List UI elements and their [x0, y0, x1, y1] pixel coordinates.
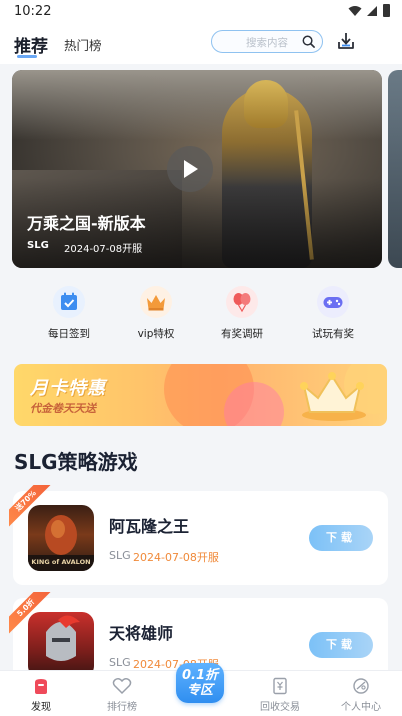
promo-banner[interactable]: 月卡特惠 代金卷天天送 — [14, 364, 387, 426]
tab-label: 个人中心 — [341, 702, 381, 713]
wifi-icon — [348, 6, 362, 16]
search-placeholder: 搜索内容 — [246, 37, 288, 49]
crown-icon — [140, 286, 172, 318]
main-content: 万乘之国-新版本 SLG 2024-07-08开服 每日签到 vip特权 有奖调… — [0, 64, 402, 670]
featured-banner[interactable]: 万乘之国-新版本 SLG 2024-07-08开服 — [12, 70, 382, 268]
download-button[interactable]: 下载 — [309, 525, 373, 551]
quick-link-label: 有奖调研 — [221, 328, 263, 340]
banner-title: 万乘之国-新版本 — [27, 214, 146, 233]
promo-title: 月卡特惠 — [30, 378, 106, 399]
download-button[interactable]: 下载 — [309, 632, 373, 658]
trade-icon — [270, 677, 290, 695]
game-card[interactable]: KING of AVALON 送70% 阿瓦隆之王 SLG 2024-07-08… — [9, 485, 388, 585]
game-date: 2024-07-08开服 — [133, 551, 219, 564]
quick-link-checkin[interactable]: 每日签到 — [29, 286, 109, 341]
banner-date: 2024-07-08开服 — [64, 244, 143, 255]
quick-links: 每日签到 vip特权 有奖调研 试玩有奖 — [0, 286, 402, 346]
heart-icon — [112, 677, 132, 695]
play-icon — [184, 160, 198, 178]
balloons-icon — [226, 286, 258, 318]
bottom-tab-bar: 发现 排行榜 0.1折 专区 回收交易 个人中心 — [0, 663, 402, 716]
crown-icon — [300, 372, 366, 421]
section-title: SLG策略游戏 — [14, 450, 138, 474]
profile-icon — [351, 677, 371, 695]
tab-ranking[interactable]: 排行榜 — [82, 677, 162, 713]
discount-ribbon: 5.0折 — [9, 592, 53, 636]
game-name: 天将雄师 — [109, 624, 174, 643]
battery-icon — [383, 4, 390, 17]
search-input[interactable]: 搜索内容 — [211, 30, 323, 53]
tab-label: 排行榜 — [107, 702, 137, 713]
signal-icon — [367, 6, 377, 16]
tab-profile[interactable]: 个人中心 — [321, 677, 401, 713]
status-bar: 10:22 — [0, 0, 402, 24]
tab-discover[interactable]: 发现 — [1, 677, 81, 713]
game-name: 阿瓦隆之王 — [109, 517, 190, 536]
search-icon[interactable] — [302, 35, 315, 48]
status-time: 10:22 — [14, 4, 52, 19]
tab-recommend[interactable]: 推荐 — [14, 32, 48, 57]
game-card[interactable]: 5.0折 天将雄师 SLG 2024-07-08开服 下载 — [9, 592, 388, 670]
discount-badge-icon[interactable]: 0.1折 专区 — [176, 663, 224, 703]
quick-link-survey[interactable]: 有奖调研 — [202, 286, 282, 341]
center-badge-top: 0.1折 — [181, 668, 219, 683]
promo-subtitle: 代金卷天天送 — [30, 402, 96, 415]
discount-ribbon-text: 5.0折 — [9, 592, 53, 635]
center-badge-bottom: 专区 — [186, 683, 213, 698]
game-icon-caption: KING of AVALON — [31, 558, 91, 566]
calendar-check-icon — [53, 286, 85, 318]
tab-label: 发现 — [31, 702, 51, 713]
quick-link-trial[interactable]: 试玩有奖 — [293, 286, 373, 341]
discount-ribbon-text: 送70% — [9, 485, 53, 528]
game-tag: SLG — [109, 549, 131, 562]
quick-link-label: 每日签到 — [48, 328, 90, 340]
quick-link-label: vip特权 — [137, 328, 175, 340]
quick-link-vip[interactable]: vip特权 — [116, 286, 196, 341]
play-button[interactable] — [167, 146, 213, 192]
tab-trade[interactable]: 回收交易 — [240, 677, 320, 713]
banner-tag: SLG — [27, 240, 49, 251]
discover-icon — [31, 677, 51, 695]
top-header: 推荐 热门榜 搜索内容 — [0, 24, 402, 64]
gamepad-icon — [317, 286, 349, 318]
download-icon[interactable] — [336, 31, 356, 51]
banner-sky — [12, 70, 382, 140]
banner-figure-head — [244, 80, 288, 128]
banner-next-peek[interactable] — [388, 70, 402, 268]
tab-hot-ranking[interactable]: 热门榜 — [64, 35, 102, 54]
game-tag: SLG — [109, 656, 131, 669]
quick-link-label: 试玩有奖 — [312, 328, 354, 340]
discount-ribbon: 送70% — [9, 485, 53, 529]
tab-label: 回收交易 — [260, 702, 300, 713]
active-tab-indicator — [17, 55, 37, 58]
